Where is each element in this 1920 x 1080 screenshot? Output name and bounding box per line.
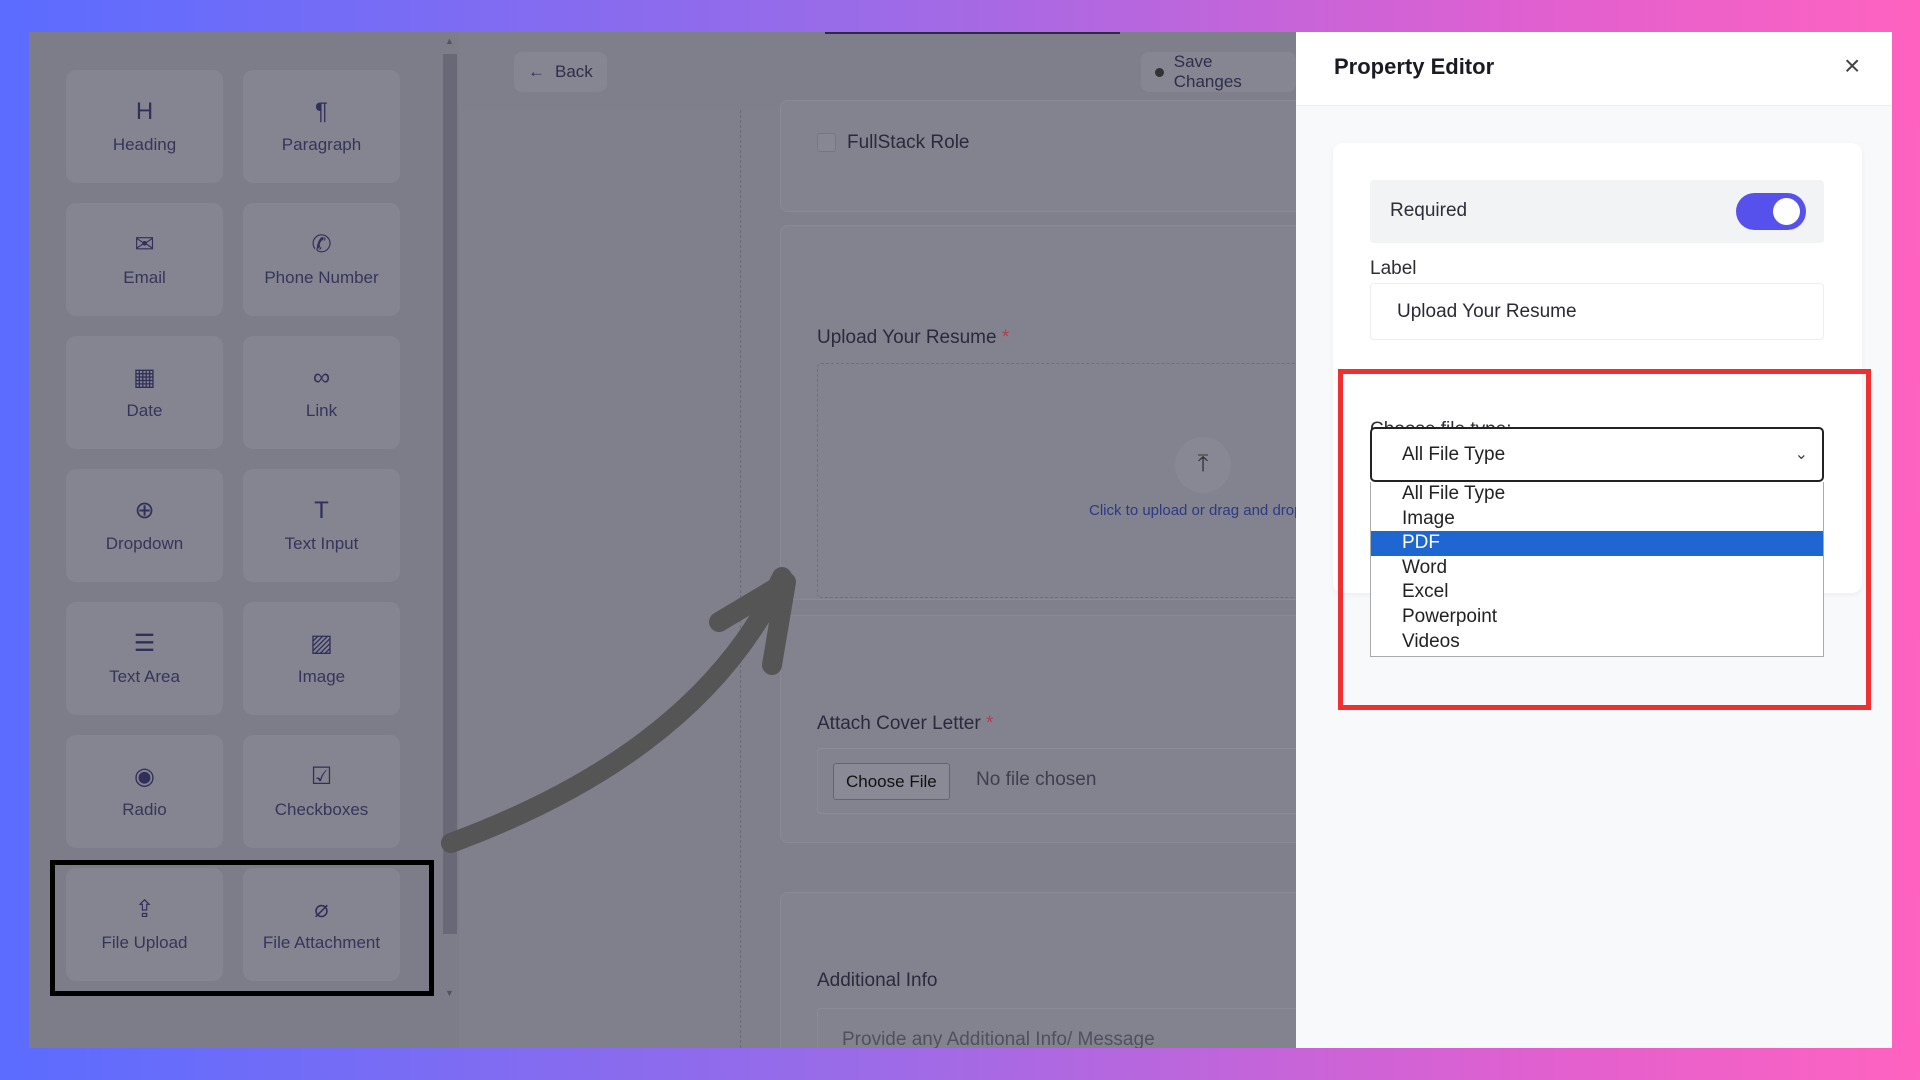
form-canvas: FullStack Role Upload Your Resume * ⤒ Cl…	[459, 100, 1337, 1048]
palette-item-checkboxes[interactable]: ☑ Checkboxes	[243, 735, 400, 848]
calendar-icon: ▦	[133, 363, 156, 391]
paperclip-icon: ⌀	[314, 895, 329, 923]
additional-info-textarea[interactable]: Provide any Additional Info/ Message	[817, 1008, 1337, 1048]
palette-item-label: Link	[305, 400, 338, 420]
text-area-icon: ☰	[133, 629, 156, 657]
upload-icon: ⤒	[1175, 437, 1231, 493]
status-dot-icon	[1155, 67, 1164, 77]
palette-item-label: Image	[297, 666, 346, 686]
phone-icon: ✆	[311, 230, 332, 258]
palette-item-text-area[interactable]: ☰ Text Area	[66, 602, 223, 715]
dropzone-text: Click to upload or drag and drop	[1089, 502, 1303, 519]
chevron-down-icon: ⌄	[1794, 446, 1808, 463]
palette-item-file-upload[interactable]: ⇪ File Upload	[66, 868, 223, 981]
palette-item-label: Heading	[112, 134, 177, 154]
file-type-options-list[interactable]: All File Type Image PDF Word Excel Powerpoint…	[1370, 482, 1824, 657]
scrollbar-thumb[interactable]	[443, 54, 457, 934]
file-type-option[interactable]: Powerpoint	[1371, 605, 1823, 630]
label-heading: Label	[1370, 258, 1417, 279]
save-changes-button[interactable]: Save Changes	[1141, 52, 1296, 92]
palette-item-date[interactable]: ▦ Date	[66, 336, 223, 449]
palette-scrollbar[interactable]: ▲ ▼	[441, 36, 457, 1002]
palette-item-label: File Attachment	[262, 932, 381, 952]
file-type-option[interactable]: Word	[1371, 556, 1823, 581]
file-upload-icon: ⇪	[134, 895, 155, 923]
text-input-icon: T	[314, 496, 329, 524]
palette-item-radio[interactable]: ◉ Radio	[66, 735, 223, 848]
palette-item-link[interactable]: ∞ Link	[243, 336, 400, 449]
file-type-option[interactable]: All File Type	[1371, 482, 1823, 507]
dropdown-icon: ⊕	[134, 496, 155, 524]
palette-item-label: Dropdown	[105, 533, 184, 553]
cover-letter-field-card[interactable]: Attach Cover Letter * Choose File No fil…	[780, 615, 1337, 843]
back-button[interactable]: ← Back	[514, 52, 607, 92]
paragraph-icon: ¶	[315, 97, 328, 125]
editor-title: Property Editor	[1334, 54, 1495, 79]
choose-file-button[interactable]: Choose File	[833, 763, 950, 800]
scroll-up-icon[interactable]: ▲	[445, 36, 454, 46]
resume-label: Upload Your Resume *	[817, 327, 1010, 348]
label-input[interactable]: Upload Your Resume	[1370, 283, 1824, 340]
heading-icon: H	[135, 97, 154, 125]
required-toggle[interactable]	[1736, 193, 1806, 230]
additional-info-field-card[interactable]: Additional Info Provide any Additional I…	[780, 892, 1337, 1048]
palette-item-phone-number[interactable]: ✆ Phone Number	[243, 203, 400, 316]
palette-item-paragraph[interactable]: ¶ Paragraph	[243, 70, 400, 183]
file-type-select[interactable]: All File Type ⌄	[1370, 427, 1824, 482]
palette-item-label: Radio	[122, 799, 167, 819]
role-field-card[interactable]: FullStack Role	[780, 100, 1320, 212]
close-icon[interactable]: ×	[1844, 50, 1860, 82]
scroll-down-icon[interactable]: ▼	[445, 988, 454, 998]
save-label: Save Changes	[1173, 52, 1242, 91]
field-palette: ▲ ▼ H Heading ¶ Paragraph ✉ Email ✆ Phone Numbe…	[29, 32, 459, 1048]
progress-line	[825, 32, 1120, 34]
resume-dropzone[interactable]: ⤒ Click to upload or drag and drop	[817, 363, 1337, 598]
required-row: Required	[1370, 180, 1824, 243]
palette-item-dropdown[interactable]: ⊕ Dropdown	[66, 469, 223, 582]
image-icon: ▨	[310, 629, 333, 657]
additional-info-label: Additional Info	[817, 970, 938, 991]
file-type-option[interactable]: Image	[1371, 507, 1823, 532]
resume-field-card[interactable]: Upload Your Resume * ⤒ Click to upload o…	[780, 225, 1337, 600]
palette-item-email[interactable]: ✉ Email	[66, 203, 223, 316]
palette-item-file-attachment[interactable]: ⌀ File Attachment	[243, 868, 400, 981]
app-window: ▲ ▼ H Heading ¶ Paragraph ✉ Email ✆ Phone Numbe…	[29, 32, 1892, 1048]
email-icon: ✉	[134, 230, 155, 258]
file-type-option[interactable]: Videos	[1371, 630, 1823, 655]
palette-item-text-input[interactable]: T Text Input	[243, 469, 400, 582]
cover-letter-file-input[interactable]: Choose File No file chosen	[817, 748, 1337, 814]
palette-item-heading[interactable]: H Heading	[66, 70, 223, 183]
file-type-selected: All File Type	[1402, 444, 1506, 465]
back-label: Back	[555, 62, 593, 81]
file-type-option[interactable]: Excel	[1371, 580, 1823, 605]
link-icon: ∞	[312, 363, 331, 391]
toggle-knob	[1773, 198, 1800, 225]
palette-item-label: File Upload	[101, 932, 188, 952]
palette-item-label: Text Input	[284, 533, 359, 553]
checkbox-option-label: FullStack Role	[847, 132, 970, 153]
palette-item-label: Email	[123, 267, 166, 287]
fullstack-checkbox[interactable]	[817, 133, 836, 152]
palette-item-label: Paragraph	[281, 134, 362, 154]
drop-guide	[740, 110, 741, 1048]
top-toolbar: ← Back Save Changes	[459, 32, 1296, 110]
no-file-text: No file chosen	[976, 769, 1097, 790]
cover-letter-label: Attach Cover Letter *	[817, 713, 994, 734]
palette-item-label: Checkboxes	[274, 799, 369, 819]
checkbox-icon: ☑	[310, 762, 333, 790]
required-label: Required	[1390, 200, 1468, 221]
form-builder: ▲ ▼ H Heading ¶ Paragraph ✉ Email ✆ Phone Numbe…	[29, 32, 1337, 1048]
palette-item-label: Phone Number	[264, 267, 379, 287]
editor-header: Property Editor ×	[1296, 32, 1892, 106]
arrow-left-icon: ←	[528, 62, 545, 81]
file-type-option[interactable]: PDF	[1371, 531, 1823, 556]
palette-item-label: Text Area	[109, 666, 180, 686]
palette-item-label: Date	[126, 400, 163, 420]
radio-icon: ◉	[134, 762, 155, 790]
palette-item-image[interactable]: ▨ Image	[243, 602, 400, 715]
